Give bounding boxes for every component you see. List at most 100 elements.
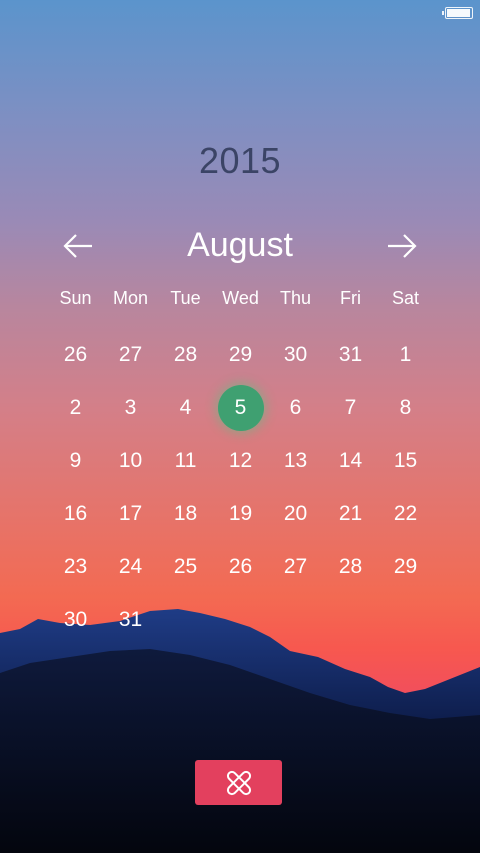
day-cell[interactable]: 2 bbox=[48, 381, 103, 434]
day-number: 24 bbox=[118, 554, 143, 578]
day-cell[interactable]: 31 bbox=[323, 328, 378, 381]
weekday-label: Tue bbox=[170, 287, 201, 308]
day-number: 13 bbox=[283, 448, 308, 472]
day-cell-empty bbox=[323, 593, 378, 646]
day-cell[interactable]: 27 bbox=[103, 328, 158, 381]
day-cell[interactable]: 17 bbox=[103, 487, 158, 540]
battery-level-fill bbox=[447, 9, 470, 17]
day-cell[interactable]: 25 bbox=[158, 540, 213, 593]
day-cell[interactable]: 29 bbox=[213, 328, 268, 381]
day-number: 14 bbox=[338, 448, 363, 472]
week-row: 30 31 bbox=[48, 593, 433, 646]
day-number: 17 bbox=[118, 501, 143, 525]
day-number: 27 bbox=[118, 342, 143, 366]
day-number: 25 bbox=[173, 554, 198, 578]
day-number: 2 bbox=[69, 395, 82, 419]
day-cell-empty bbox=[268, 593, 323, 646]
day-number: 28 bbox=[173, 342, 198, 366]
day-cell[interactable]: 9 bbox=[48, 434, 103, 487]
day-number: 15 bbox=[393, 448, 418, 472]
battery-icon bbox=[442, 7, 473, 19]
day-number: 5 bbox=[234, 395, 247, 419]
day-cell[interactable]: 23 bbox=[48, 540, 103, 593]
day-cell[interactable]: 30 bbox=[268, 328, 323, 381]
day-cell-selected[interactable]: 5 bbox=[213, 381, 268, 434]
day-number: 26 bbox=[63, 342, 88, 366]
day-number: 29 bbox=[393, 554, 418, 578]
day-number: 8 bbox=[399, 395, 412, 419]
day-cell[interactable]: 13 bbox=[268, 434, 323, 487]
day-cell[interactable]: 31 bbox=[103, 593, 158, 646]
day-cell[interactable]: 19 bbox=[213, 487, 268, 540]
week-row: 2 3 4 5 6 7 8 bbox=[48, 381, 433, 434]
day-cell[interactable]: 28 bbox=[323, 540, 378, 593]
day-cell[interactable]: 4 bbox=[158, 381, 213, 434]
day-cell[interactable]: 1 bbox=[378, 328, 433, 381]
year-label: 2015 bbox=[198, 140, 282, 181]
day-cell[interactable]: 22 bbox=[378, 487, 433, 540]
lock-screen-calendar: 2015 August Sun Mon Tue Wed Thu Fri Sat bbox=[0, 0, 480, 853]
day-cell[interactable]: 20 bbox=[268, 487, 323, 540]
day-number: 4 bbox=[179, 395, 192, 419]
day-number: 3 bbox=[124, 395, 137, 419]
day-cell[interactable]: 21 bbox=[323, 487, 378, 540]
day-cell[interactable]: 12 bbox=[213, 434, 268, 487]
day-cell[interactable]: 14 bbox=[323, 434, 378, 487]
weekday-label: Thu bbox=[279, 287, 312, 308]
day-number: 30 bbox=[283, 342, 308, 366]
day-number: 7 bbox=[344, 395, 357, 419]
day-number: 11 bbox=[174, 448, 197, 472]
week-row: 9 10 11 12 13 14 15 bbox=[48, 434, 433, 487]
day-number: 23 bbox=[63, 554, 88, 578]
day-number: 31 bbox=[338, 342, 363, 366]
day-number: 30 bbox=[63, 607, 88, 631]
day-number: 18 bbox=[173, 501, 198, 525]
day-number: 16 bbox=[63, 501, 88, 525]
week-row: 23 24 25 26 27 28 29 bbox=[48, 540, 433, 593]
calendar-grid: Sun Mon Tue Wed Thu Fri Sat 26 27 28 29 … bbox=[48, 280, 433, 646]
day-cell-empty bbox=[158, 593, 213, 646]
day-number: 20 bbox=[283, 501, 308, 525]
day-number: 27 bbox=[283, 554, 308, 578]
day-cell[interactable]: 26 bbox=[48, 328, 103, 381]
day-number: 31 bbox=[118, 607, 143, 631]
day-cell-empty bbox=[378, 593, 433, 646]
next-month-button[interactable] bbox=[382, 228, 422, 264]
day-cell[interactable]: 18 bbox=[158, 487, 213, 540]
weekday-label: Mon bbox=[112, 287, 148, 308]
day-cell[interactable]: 26 bbox=[213, 540, 268, 593]
arrow-right-icon bbox=[388, 234, 417, 258]
month-label: August bbox=[187, 226, 293, 264]
day-cell[interactable]: 6 bbox=[268, 381, 323, 434]
weekday-header: Sun Mon Tue Wed Thu Fri Sat bbox=[48, 280, 433, 316]
day-number: 22 bbox=[393, 501, 418, 525]
day-cell[interactable]: 7 bbox=[323, 381, 378, 434]
month-navigation: August bbox=[48, 222, 432, 270]
day-number: 6 bbox=[289, 395, 302, 419]
day-cell[interactable]: 29 bbox=[378, 540, 433, 593]
day-cell[interactable]: 27 bbox=[268, 540, 323, 593]
day-number: 10 bbox=[118, 448, 143, 472]
day-cell[interactable]: 11 bbox=[158, 434, 213, 487]
day-cell-empty bbox=[213, 593, 268, 646]
day-cell[interactable]: 28 bbox=[158, 328, 213, 381]
day-cell[interactable]: 30 bbox=[48, 593, 103, 646]
weekday-label: Sat bbox=[391, 287, 420, 308]
day-cell[interactable]: 15 bbox=[378, 434, 433, 487]
day-number: 19 bbox=[228, 501, 253, 525]
close-button[interactable] bbox=[195, 760, 282, 805]
day-number: 9 bbox=[69, 448, 82, 472]
weekday-label: Sun bbox=[59, 287, 92, 308]
day-number: 1 bbox=[399, 342, 412, 366]
day-cell[interactable]: 16 bbox=[48, 487, 103, 540]
weekday-label: Wed bbox=[222, 287, 259, 308]
week-row: 26 27 28 29 30 31 1 bbox=[48, 328, 433, 381]
day-cell[interactable]: 24 bbox=[103, 540, 158, 593]
day-number: 29 bbox=[228, 342, 253, 366]
day-number: 28 bbox=[338, 554, 363, 578]
weekday-label: Fri bbox=[340, 287, 361, 308]
day-cell[interactable]: 3 bbox=[103, 381, 158, 434]
day-cell[interactable]: 10 bbox=[103, 434, 158, 487]
day-cell[interactable]: 8 bbox=[378, 381, 433, 434]
day-number: 26 bbox=[228, 554, 253, 578]
